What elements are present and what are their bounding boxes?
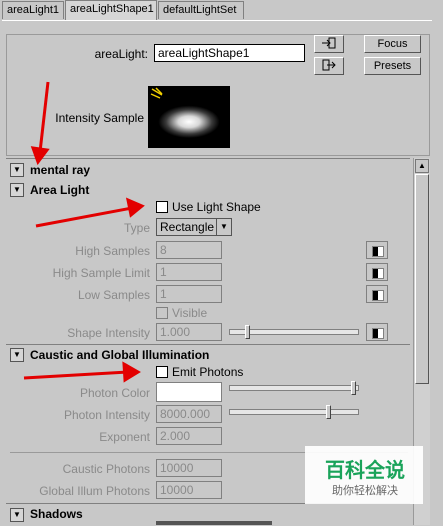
red-arrow-icon bbox=[38, 81, 50, 153]
red-arrow-icon bbox=[23, 370, 129, 380]
red-arrowhead-icon bbox=[30, 146, 50, 166]
red-arrowhead-icon bbox=[125, 197, 145, 218]
red-arrowhead-icon bbox=[122, 361, 141, 383]
red-arrow-icon bbox=[35, 206, 133, 228]
watermark-subtitle: 助你轻松解决 bbox=[332, 484, 398, 497]
watermark-logo: 百科全说 助你轻松解决 bbox=[305, 446, 423, 504]
watermark-title: 百科全说 bbox=[325, 458, 405, 482]
